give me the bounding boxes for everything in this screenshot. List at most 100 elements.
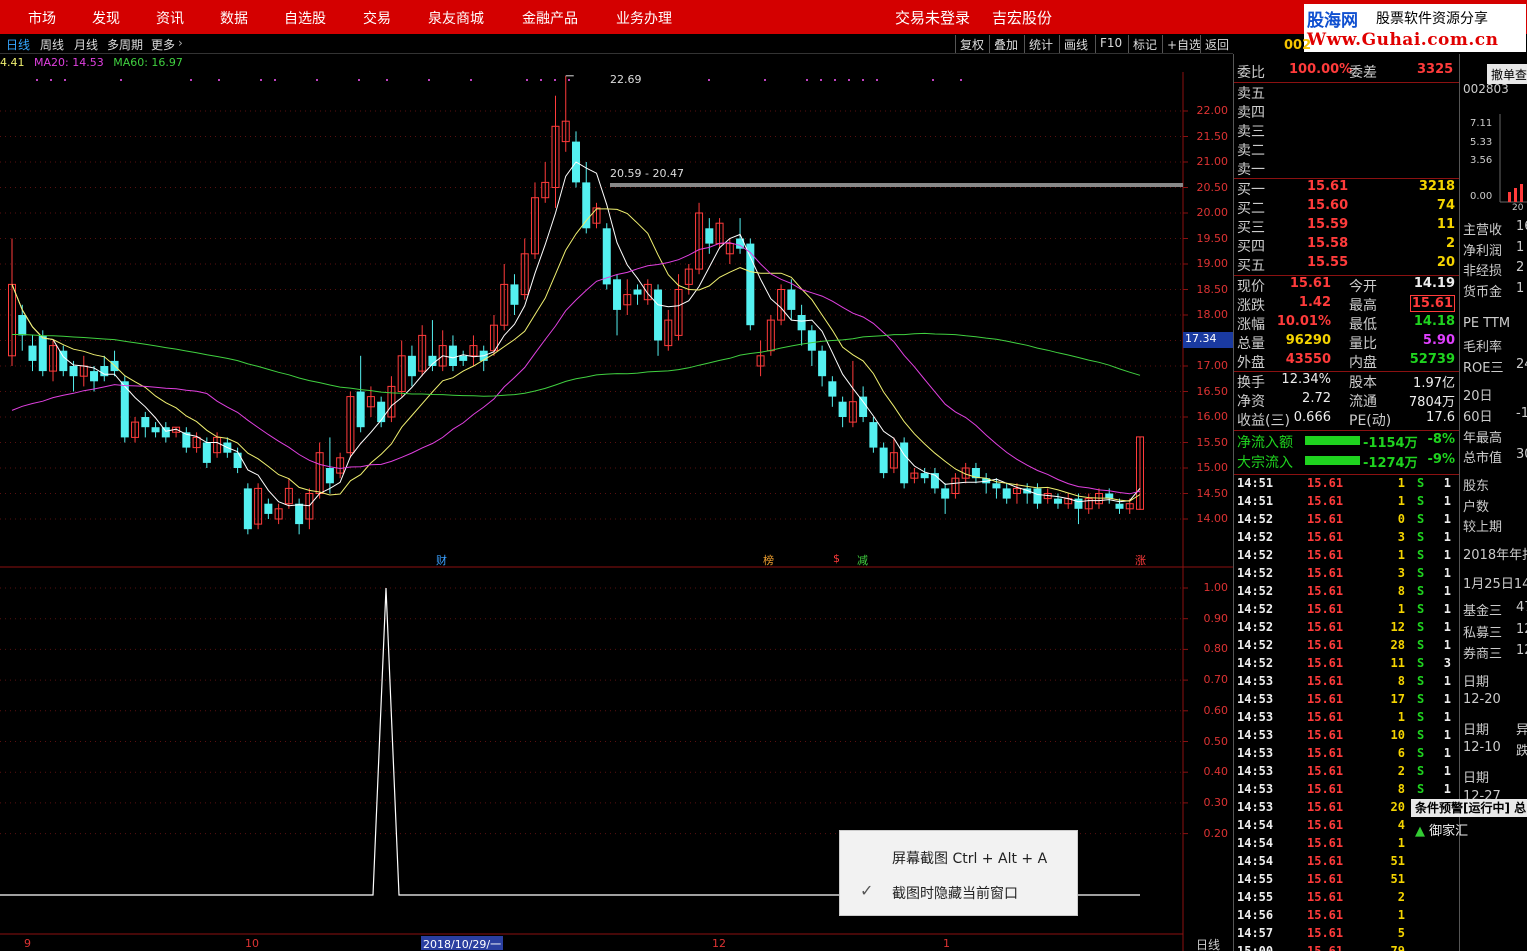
- tab-monthly[interactable]: 月线: [74, 36, 98, 53]
- menu-data[interactable]: 数据: [220, 8, 248, 28]
- menu-mall[interactable]: 泉友商城: [428, 8, 484, 28]
- side-item-label: 较上期: [1463, 520, 1502, 535]
- ask-row[interactable]: 卖三: [1237, 121, 1459, 140]
- tick-row[interactable]: 14:52 15.61 12 S 1: [1237, 620, 1459, 638]
- tick-time: 14:53: [1237, 710, 1273, 724]
- back-button[interactable]: 返回: [1200, 35, 1233, 53]
- tick-price: 15.61: [1307, 908, 1343, 922]
- ask-row[interactable]: 卖五: [1237, 83, 1459, 102]
- marker-dollar[interactable]: $: [833, 552, 840, 565]
- chevron-right-icon[interactable]: ›: [178, 36, 183, 50]
- tick-row[interactable]: 15:00 15.61 79: [1237, 944, 1459, 951]
- bid-row[interactable]: 买一 15.61 3218: [1237, 179, 1459, 198]
- tick-row[interactable]: 14:57 15.61 5: [1237, 926, 1459, 944]
- bid-row[interactable]: 买五 15.55 20: [1237, 255, 1459, 274]
- tick-volume: 12: [1391, 620, 1405, 634]
- menu-discover[interactable]: 发现: [92, 8, 120, 28]
- cancel-order-button[interactable]: 撤单查: [1487, 64, 1527, 84]
- tick-row[interactable]: 14:51 15.61 1 S 1: [1237, 494, 1459, 512]
- quote-label-2: 最高: [1349, 295, 1377, 315]
- stats-button[interactable]: 统计: [1024, 35, 1057, 53]
- ask-row[interactable]: 卖二: [1237, 140, 1459, 159]
- overlay-button[interactable]: 叠加: [989, 35, 1022, 53]
- marker-reduce[interactable]: 减: [857, 552, 868, 568]
- fund-value: 2.72: [1302, 391, 1331, 406]
- bid-row[interactable]: 买三 15.59 11: [1237, 217, 1459, 236]
- quote-label-2: 今开: [1349, 276, 1377, 296]
- condition-alert-item[interactable]: ▲ 御家汇: [1415, 820, 1468, 839]
- event-dot: [470, 79, 472, 81]
- marker-finance[interactable]: 财: [436, 552, 447, 568]
- quote-value-2: 14.19: [1414, 276, 1455, 291]
- ask-row[interactable]: 卖一: [1237, 159, 1459, 178]
- menu-finance-products[interactable]: 金融产品: [522, 8, 578, 28]
- menu-market[interactable]: 市场: [28, 8, 56, 28]
- mark-button[interactable]: 标记: [1128, 35, 1161, 53]
- side-item: 总市值: [1463, 447, 1502, 466]
- tick-price: 15.61: [1307, 512, 1343, 526]
- date-label-jan: 1: [943, 937, 950, 950]
- tick-row[interactable]: 14:55 15.61 51: [1237, 872, 1459, 890]
- tick-row[interactable]: 14:53 15.61 2 S 1: [1237, 764, 1459, 782]
- marker-limit-up[interactable]: 涨: [1135, 552, 1146, 568]
- menu-item-hide-window[interactable]: 截图时隐藏当前窗口: [892, 883, 1018, 903]
- tick-row[interactable]: 14:52 15.61 11 S 3: [1237, 656, 1459, 674]
- tick-row[interactable]: 14:53 15.61 8 S 1: [1237, 782, 1459, 800]
- tick-time: 14:54: [1237, 818, 1273, 832]
- fund-value: 12.34%: [1281, 372, 1331, 387]
- tick-row[interactable]: 14:52 15.61 8 S 1: [1237, 584, 1459, 602]
- tick-row[interactable]: 14:53 15.61 17 S 1: [1237, 692, 1459, 710]
- tick-volume: 1: [1398, 602, 1405, 616]
- event-dot: [274, 79, 276, 81]
- kline-chart[interactable]: [0, 54, 1233, 951]
- tick-volume: 51: [1391, 854, 1405, 868]
- tick-row[interactable]: 14:52 15.61 28 S 1: [1237, 638, 1459, 656]
- bottom-period-label[interactable]: 日线: [1196, 936, 1220, 951]
- tick-row[interactable]: 14:55 15.61 2: [1237, 890, 1459, 908]
- tick-count: 1: [1444, 602, 1451, 616]
- tick-row[interactable]: 14:52 15.61 1 S 1: [1237, 602, 1459, 620]
- tick-row[interactable]: 14:52 15.61 3 S 1: [1237, 566, 1459, 584]
- tab-multi-period[interactable]: 多周期: [107, 36, 143, 53]
- tick-time: 15:00: [1237, 944, 1273, 951]
- tick-price: 15.61: [1307, 656, 1343, 670]
- tick-time: 14:53: [1237, 692, 1273, 706]
- candle-body: [634, 290, 642, 295]
- tick-row[interactable]: 14:52 15.61 3 S 1: [1237, 530, 1459, 548]
- draw-button[interactable]: 画线: [1059, 35, 1092, 53]
- menu-item-screenshot[interactable]: 屏幕截图 Ctrl + Alt + A: [892, 848, 1047, 868]
- ask-row[interactable]: 卖四: [1237, 102, 1459, 121]
- tick-price: 15.61: [1307, 638, 1343, 652]
- trade-login-status[interactable]: 交易未登录: [895, 7, 970, 28]
- bid-row[interactable]: 买二 15.60 74: [1237, 198, 1459, 217]
- tick-row[interactable]: 14:51 15.61 1 S 1: [1237, 476, 1459, 494]
- quote-row: 总量 96290 量比 5.90: [1237, 333, 1459, 352]
- tick-row[interactable]: 14:53 15.61 6 S 1: [1237, 746, 1459, 764]
- f10-button[interactable]: F10: [1095, 35, 1126, 53]
- tick-count: 1: [1444, 530, 1451, 544]
- menu-watchlist[interactable]: 自选股: [284, 8, 326, 28]
- divider: [1234, 430, 1460, 431]
- tick-row[interactable]: 14:53 15.61 8 S 1: [1237, 674, 1459, 692]
- bid-row[interactable]: 买四 15.58 2: [1237, 236, 1459, 255]
- adjust-button[interactable]: 复权: [955, 35, 988, 53]
- tab-daily[interactable]: 日线: [6, 36, 30, 53]
- side-item-label: PE TTM: [1463, 316, 1510, 331]
- tick-row[interactable]: 14:53 15.61 1 S 1: [1237, 710, 1459, 728]
- tick-row[interactable]: 14:52 15.61 1 S 1: [1237, 548, 1459, 566]
- tab-more[interactable]: 更多: [151, 36, 175, 53]
- tick-row[interactable]: 14:54 15.61 51: [1237, 854, 1459, 872]
- tick-time: 14:52: [1237, 530, 1273, 544]
- tick-row[interactable]: 14:53 15.61 10 S 1: [1237, 728, 1459, 746]
- condition-alert-bar[interactable]: 条件预警[运行中] 总: [1411, 799, 1527, 817]
- quote-label-2: 内盘: [1349, 352, 1377, 372]
- tick-row[interactable]: 14:56 15.61 1: [1237, 908, 1459, 926]
- marker-list[interactable]: 榜: [763, 552, 774, 568]
- menu-trade[interactable]: 交易: [363, 8, 391, 28]
- menu-business[interactable]: 业务办理: [616, 8, 672, 28]
- add-watchlist-button[interactable]: +自选: [1162, 35, 1205, 53]
- side-item-label: 1月25日14: [1463, 577, 1527, 592]
- tab-weekly[interactable]: 周线: [40, 36, 64, 53]
- tick-row[interactable]: 14:52 15.61 0 S 1: [1237, 512, 1459, 530]
- menu-news[interactable]: 资讯: [156, 8, 184, 28]
